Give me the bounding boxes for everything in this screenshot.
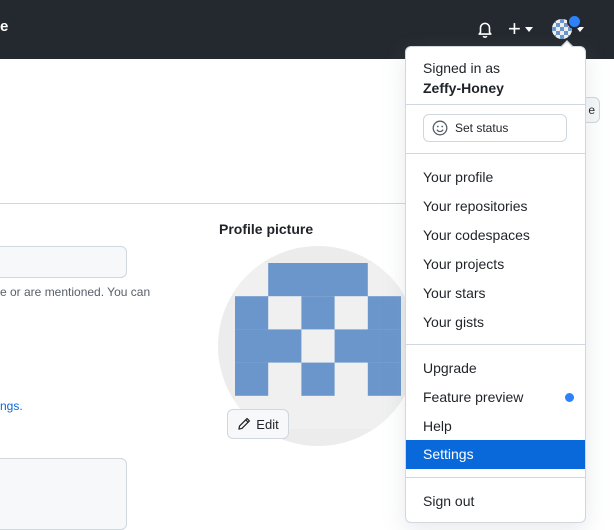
menu-divider [406, 344, 585, 345]
smiley-icon [432, 120, 448, 136]
menu-item-your-codespaces[interactable]: Your codespaces [406, 221, 585, 250]
menu-item-help[interactable]: Help [406, 412, 585, 441]
section-divider [0, 203, 406, 204]
edit-profile-picture-button[interactable]: Edit [227, 409, 289, 439]
menu-item-upgrade[interactable]: Upgrade [406, 354, 585, 383]
menu-divider [406, 153, 585, 154]
menu-item-your-repositories[interactable]: Your repositories [406, 192, 585, 221]
notifications-bell-icon[interactable] [476, 19, 496, 39]
set-status-button[interactable]: Set status [423, 114, 567, 142]
plus-icon: + [508, 16, 521, 41]
signed-in-header: Signed in as Zeffy-Honey [423, 58, 504, 98]
set-status-label: Set status [455, 121, 509, 135]
menu-item-your-profile[interactable]: Your profile [406, 163, 585, 192]
menu-pointer-inner [561, 42, 573, 48]
new-feature-dot [565, 393, 574, 402]
menu-divider [406, 477, 585, 478]
pencil-icon [238, 417, 251, 430]
header-title-fragment[interactable]: e [0, 18, 8, 35]
username: Zeffy-Honey [423, 80, 504, 96]
settings-link[interactable]: ngs. [0, 399, 23, 413]
menu-divider [406, 104, 585, 105]
chevron-down-icon [524, 26, 533, 32]
field-help-text: e or are mentioned. You can [0, 285, 151, 299]
menu-item-your-stars[interactable]: Your stars [406, 279, 585, 308]
user-dropdown-menu: Signed in as Zeffy-Honey Set status Your… [405, 46, 586, 523]
edit-label: Edit [256, 416, 279, 432]
menu-item-your-gists[interactable]: Your gists [406, 308, 585, 337]
menu-item-your-projects[interactable]: Your projects [406, 250, 585, 279]
menu-item-settings[interactable]: Settings [406, 440, 585, 469]
menu-item-sign-out[interactable]: Sign out [406, 487, 585, 516]
feature-preview-label: Feature preview [423, 389, 524, 405]
signed-in-label: Signed in as [423, 60, 501, 76]
create-new-dropdown[interactable]: + [508, 18, 533, 40]
bio-textarea[interactable] [0, 458, 127, 530]
profile-picture-title: Profile picture [219, 221, 314, 237]
menu-item-feature-preview[interactable]: Feature preview [406, 383, 585, 412]
notification-dot [567, 14, 582, 29]
name-input[interactable] [0, 246, 127, 278]
button-label-fragment: e [588, 103, 595, 117]
